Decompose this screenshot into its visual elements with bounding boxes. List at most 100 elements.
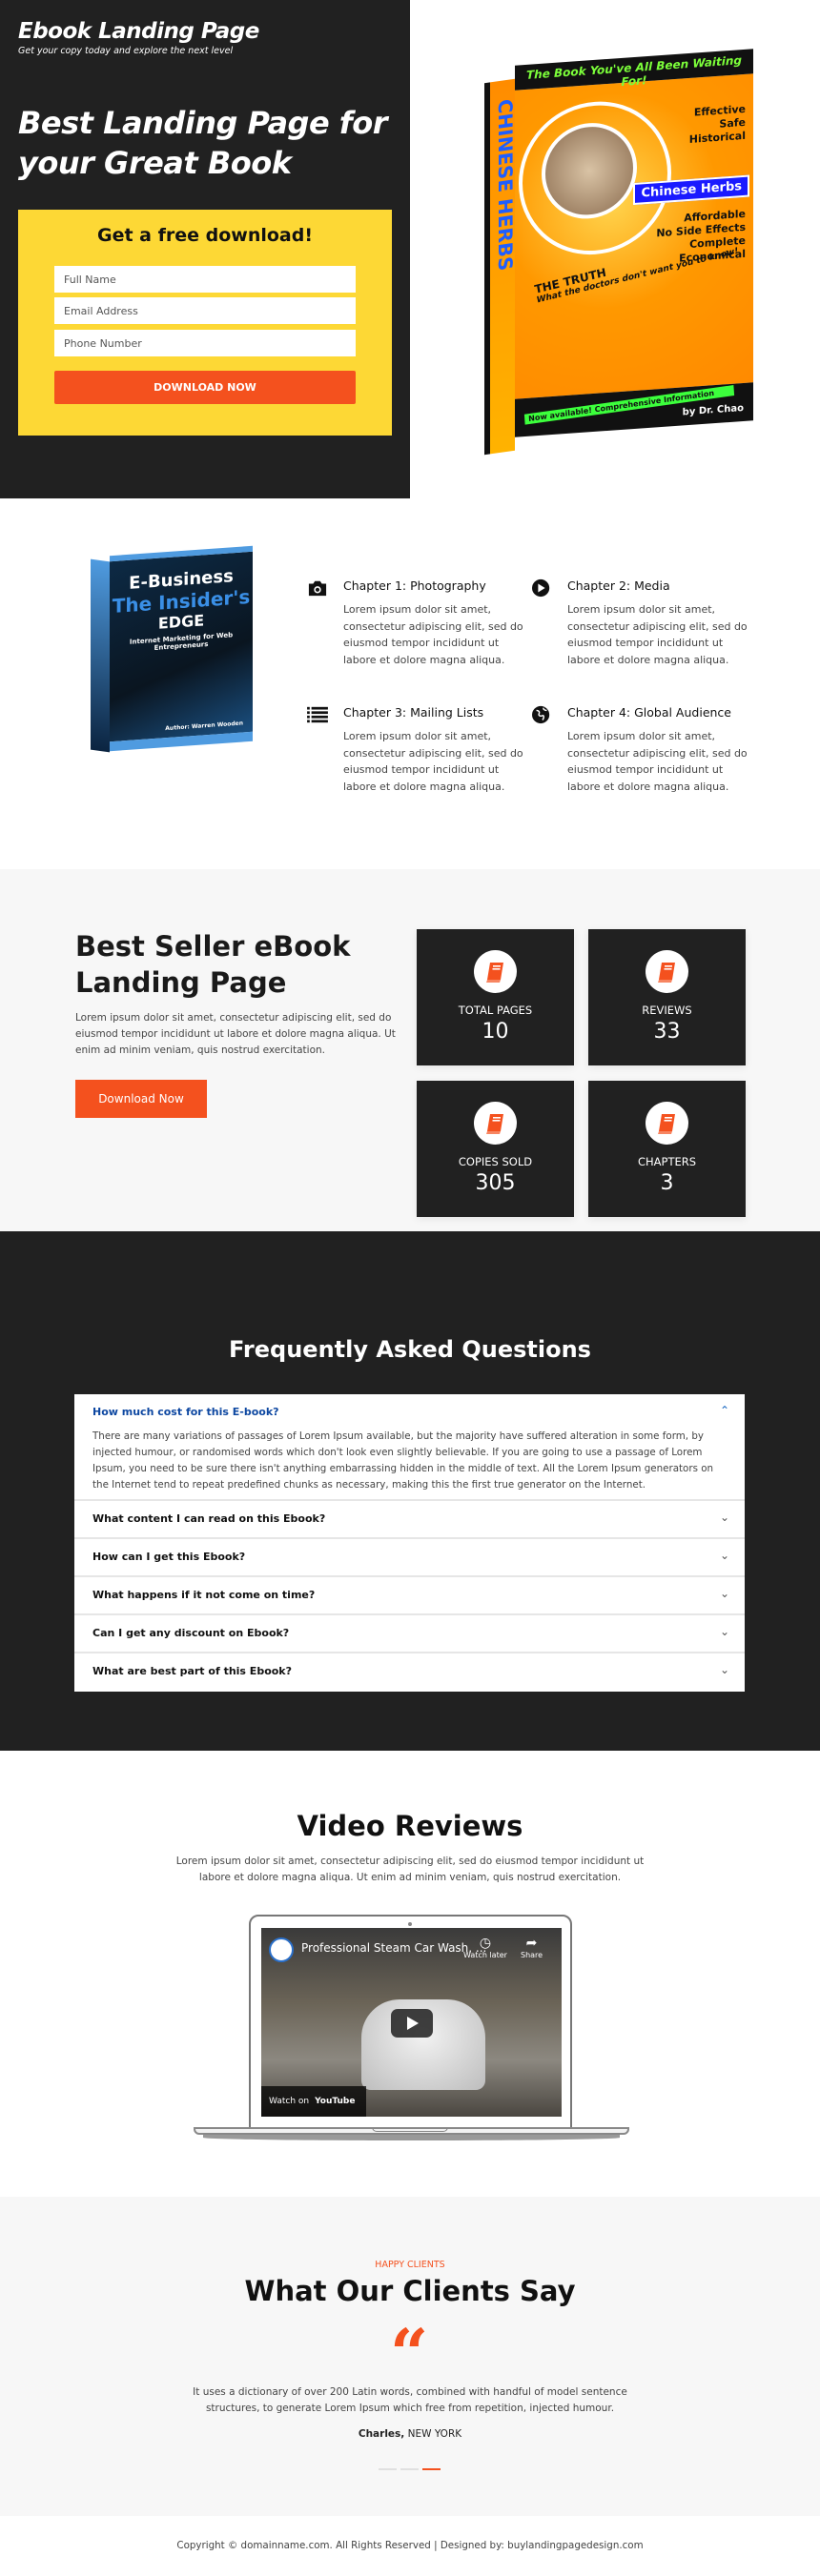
testimonial-author: Charles, NEW YORK (0, 2428, 820, 2440)
stat-value: 10 (482, 1020, 509, 1044)
email-input[interactable] (54, 297, 356, 324)
author-location: NEW YORK (407, 2428, 462, 2440)
carousel-dot-active[interactable] (422, 2468, 441, 2470)
watch-later-label: Watch later (463, 1951, 507, 1959)
testimonial-quote: It uses a dictionary of over 200 Latin w… (193, 2386, 627, 2414)
icon-circle (474, 1102, 517, 1145)
book-cover-image: CHINESE HERBS The Book You've All Been W… (477, 38, 763, 486)
video-embed-title[interactable]: Professional Steam Car Wash, ... (301, 1941, 486, 1955)
carousel-dot[interactable] (400, 2468, 419, 2470)
feature-text: Lorem ipsum dolor sit amet, consectetur … (567, 603, 748, 666)
carousel-dot[interactable] (379, 2468, 397, 2470)
icon-circle (474, 950, 517, 993)
feature-title: Chapter 3: Mailing Lists (343, 705, 484, 720)
play-button-icon[interactable] (391, 2009, 433, 2038)
download-now-button[interactable]: DOWNLOAD NOW (54, 371, 356, 404)
brand-tagline: Get your copy today and explore the next… (18, 46, 234, 56)
channel-logo[interactable] (269, 1937, 294, 1962)
stat-label: REVIEWS (642, 1004, 692, 1017)
youtube-logo: YouTube (315, 2097, 356, 2106)
hero-headline: Best Landing Page for your Great Book (18, 105, 387, 181)
quote-icon: “ (390, 2314, 429, 2393)
faq-question[interactable]: What content I can read on this Ebook? (92, 1512, 325, 1525)
cover-top-text: The Book You've All Been Waiting For! (525, 53, 743, 89)
watch-on-youtube-button[interactable]: Watch on YouTube (261, 2086, 366, 2117)
form-title: Get a free download! (96, 225, 314, 246)
book-spine: CHINESE HERBS (484, 78, 517, 456)
faq-accordion: How much cost for this E-book? ⌃ There a… (74, 1394, 745, 1692)
cover-banner: Now available! Comprehensive Information (523, 385, 735, 425)
feature-title: Chapter 2: Media (567, 578, 670, 593)
footer: Copyright © domainname.com. All Rights R… (0, 2516, 820, 2576)
laptop-frame: Professional Steam Car Wash, ... ◷ Watch … (249, 1915, 572, 2130)
book-front: E-Business The Insider's EDGE Internet M… (110, 545, 253, 752)
faq-question[interactable]: What are best part of this Ebook? (92, 1665, 292, 1677)
cover-author: by Dr. Chao (682, 402, 744, 418)
stat-value: 305 (475, 1171, 516, 1195)
book-front: The Book You've All Been Waiting For! Ef… (515, 49, 753, 437)
faq-item[interactable]: How much cost for this E-book? ⌃ There a… (74, 1394, 745, 1501)
clock-icon: ◷ (479, 1936, 492, 1951)
chevron-down-icon[interactable]: ⌄ (720, 1549, 729, 1562)
brand-title: Ebook Landing Page (18, 19, 259, 44)
stat-card: REVIEWS 33 (588, 929, 746, 1065)
chevron-down-icon[interactable]: ⌄ (720, 1663, 729, 1676)
chevron-down-icon[interactable]: ⌄ (720, 1511, 729, 1524)
faq-item[interactable]: What content I can read on this Ebook? ⌄ (74, 1501, 745, 1539)
testimonials-title: What Our Clients Say (244, 2275, 576, 2307)
book-icon (486, 1114, 503, 1134)
share-button[interactable]: ➦ Share (521, 1936, 543, 1959)
laptop-shadow (203, 2135, 620, 2140)
feature-text: Lorem ipsum dolor sit amet, consectetur … (567, 730, 748, 793)
chevron-down-icon[interactable]: ⌄ (720, 1587, 729, 1600)
stat-value: 33 (653, 1020, 681, 1044)
full-name-input[interactable] (54, 266, 356, 293)
copyright-text: Copyright © domainname.com. All Rights R… (176, 2540, 644, 2551)
chevron-up-icon[interactable]: ⌃ (720, 1404, 729, 1417)
cover-list-item: Historical (688, 129, 746, 146)
faq-section: Frequently Asked Questions How much cost… (0, 1231, 820, 1751)
cover-author: Author: Warren Wooden (165, 720, 243, 733)
play-circle-icon (532, 578, 550, 598)
book-icon (486, 963, 503, 983)
download-now-button[interactable]: Download Now (75, 1080, 207, 1118)
faq-item[interactable]: What happens if it not come on time? ⌄ (74, 1577, 745, 1615)
globe-icon (532, 705, 550, 724)
book-icon (658, 963, 675, 983)
stat-card: TOTAL PAGES 10 (417, 929, 574, 1065)
list-icon (307, 706, 328, 723)
video-text: Lorem ipsum dolor sit amet, consectetur … (175, 1856, 645, 1883)
ebusiness-book-image: E-Business The Insider's EDGE Internet M… (91, 541, 262, 770)
watch-later-button[interactable]: ◷ Watch later (463, 1936, 507, 1959)
faq-question[interactable]: How much cost for this E-book? (92, 1406, 279, 1418)
spine-title: CHINESE HERBS (494, 97, 517, 273)
stat-label: TOTAL PAGES (458, 1004, 533, 1017)
faq-item[interactable]: Can I get any discount on Ebook? ⌄ (74, 1615, 745, 1653)
chevron-down-icon[interactable]: ⌄ (720, 1625, 729, 1638)
faq-item[interactable]: What are best part of this Ebook? ⌄ (74, 1653, 745, 1692)
faq-answer: There are many variations of passages of… (92, 1430, 714, 1491)
section-title: Best Seller eBook Landing Page (75, 930, 351, 999)
icon-circle (646, 950, 688, 993)
faq-question[interactable]: Can I get any discount on Ebook? (92, 1627, 289, 1639)
stat-card: COPIES SOLD 305 (417, 1081, 574, 1217)
share-label: Share (521, 1951, 543, 1959)
faq-question[interactable]: What happens if it not come on time? (92, 1589, 315, 1601)
author-name: Charles, (358, 2428, 405, 2440)
faq-title: Frequently Asked Questions (229, 1336, 591, 1363)
share-icon: ➦ (525, 1936, 538, 1951)
icon-circle (646, 1102, 688, 1145)
laptop-notch (372, 2127, 448, 2132)
feature-text: Lorem ipsum dolor sit amet, consectetur … (343, 603, 523, 666)
feature-text: Lorem ipsum dolor sit amet, consectetur … (343, 730, 523, 793)
stat-value: 3 (660, 1171, 674, 1195)
feature-title: Chapter 4: Global Audience (567, 705, 731, 720)
chapters-section: E-Business The Insider's EDGE Internet M… (0, 498, 820, 869)
hero-section: Ebook Landing Page Get your copy today a… (0, 0, 820, 498)
phone-input[interactable] (54, 330, 356, 356)
youtube-video-embed[interactable]: Professional Steam Car Wash, ... ◷ Watch … (261, 1928, 562, 2117)
video-title: Video Reviews (297, 1810, 523, 1842)
bestseller-section: Best Seller eBook Landing Page Lorem ips… (0, 869, 820, 1231)
faq-item[interactable]: How can I get this Ebook? ⌄ (74, 1539, 745, 1577)
faq-question[interactable]: How can I get this Ebook? (92, 1551, 245, 1563)
